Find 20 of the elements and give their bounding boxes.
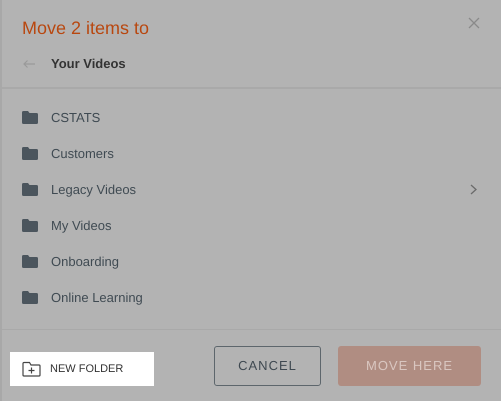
chevron-right-icon[interactable] xyxy=(470,184,477,194)
folder-item[interactable]: Legacy Videos xyxy=(2,171,501,207)
folder-icon xyxy=(22,218,38,232)
folder-icon xyxy=(22,110,38,124)
cancel-button[interactable]: CANCEL xyxy=(214,346,321,386)
breadcrumb-location: Your Videos xyxy=(51,56,126,71)
folder-icon xyxy=(22,290,38,304)
folder-item[interactable]: Online Learning xyxy=(2,279,501,315)
folder-item[interactable]: CSTATS xyxy=(2,99,501,135)
back-arrow-icon[interactable] xyxy=(22,58,36,68)
dialog-title: Move 2 items to xyxy=(22,18,150,39)
folder-icon xyxy=(22,146,38,160)
close-icon[interactable] xyxy=(468,17,480,29)
folder-icon xyxy=(22,182,38,196)
folder-plus-icon xyxy=(22,360,41,376)
folder-item[interactable]: Onboarding xyxy=(2,243,501,279)
folder-item[interactable]: Customers xyxy=(2,135,501,171)
folder-item[interactable]: My Videos xyxy=(2,207,501,243)
folder-icon xyxy=(22,254,38,268)
new-folder-button[interactable]: NEW FOLDER xyxy=(10,352,154,386)
